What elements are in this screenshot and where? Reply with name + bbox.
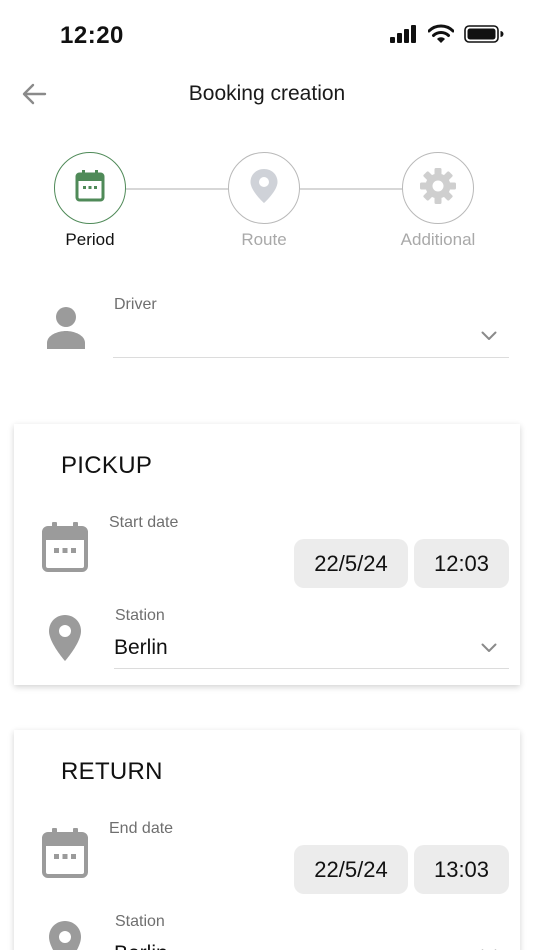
calendar-icon (75, 169, 105, 207)
stepper-connector (126, 188, 230, 190)
cellular-signal-icon (390, 25, 418, 48)
gear-icon (418, 166, 458, 211)
chevron-down-icon (481, 640, 497, 658)
pickup-title: PICKUP (61, 452, 153, 479)
status-time: 12:20 (60, 22, 124, 49)
booking-creation-screen: 12:20 Booking creation Period Route Addi… (0, 0, 534, 950)
start-date-button[interactable]: 22/5/24 (294, 539, 408, 588)
return-station-select[interactable]: Berlin (114, 934, 509, 950)
return-card: RETURN End date 22/5/24 13:03 Station Be… (14, 730, 520, 950)
pickup-card: PICKUP Start date 22/5/24 12:03 Station … (14, 424, 520, 685)
location-pin-icon (48, 614, 82, 667)
step-period[interactable]: Period (54, 152, 126, 249)
end-date-button[interactable]: 22/5/24 (294, 845, 408, 894)
step-circle (402, 152, 474, 224)
step-circle (228, 152, 300, 224)
calendar-icon (42, 522, 88, 577)
stepper-connector (300, 188, 404, 190)
return-station-value: Berlin (114, 942, 168, 950)
step-label: Additional (400, 230, 476, 249)
location-pin-icon (48, 920, 82, 950)
driver-select[interactable] (113, 318, 509, 358)
pickup-station-value: Berlin (114, 636, 168, 659)
start-time-button[interactable]: 12:03 (414, 539, 509, 588)
pickup-station-select[interactable]: Berlin (114, 628, 509, 669)
chevron-down-icon (481, 328, 497, 346)
step-label: Route (241, 230, 287, 249)
end-date-label: End date (109, 820, 174, 837)
person-icon (46, 306, 86, 355)
location-pin-icon (249, 168, 279, 209)
return-station-label: Station (115, 913, 165, 930)
chevron-down-icon (481, 946, 497, 950)
page-title: Booking creation (188, 82, 346, 105)
end-time-button[interactable]: 13:03 (414, 845, 509, 894)
wifi-icon (427, 24, 455, 49)
driver-label: Driver (114, 296, 157, 313)
step-circle (54, 152, 126, 224)
return-title: RETURN (61, 758, 163, 785)
start-date-label: Start date (109, 514, 179, 531)
calendar-icon (42, 828, 88, 883)
step-label: Period (65, 230, 115, 249)
battery-icon (464, 24, 504, 49)
step-route[interactable]: Route (228, 152, 300, 249)
step-additional[interactable]: Additional (401, 152, 475, 249)
status-icons (390, 24, 504, 49)
pickup-station-label: Station (115, 607, 165, 624)
